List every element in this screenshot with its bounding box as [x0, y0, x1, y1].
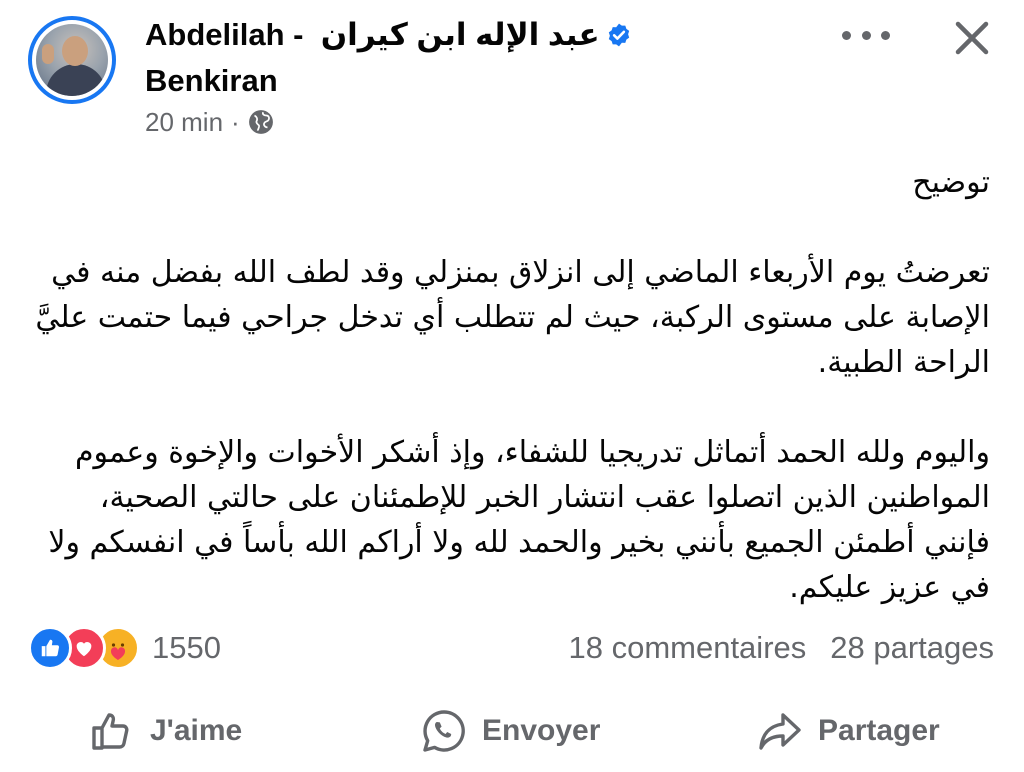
share-arrow-icon — [759, 713, 801, 750]
like-button[interactable]: J'aime — [88, 700, 242, 762]
send-button[interactable]: Envoyer — [420, 700, 600, 762]
share-button-label: Partager — [818, 714, 940, 747]
post-text: توضيح تعرضتُ يوم الأربعاء الماضي إلى انز… — [30, 160, 990, 610]
share-button[interactable]: Partager — [756, 700, 940, 762]
like-button-label: J'aime — [150, 714, 243, 747]
profile-photo — [36, 24, 108, 96]
thumbs-up-icon — [92, 713, 129, 750]
author-name-arabic: عبد الإله ابن كيران — [320, 17, 600, 52]
shares-count-link[interactable]: 28 partages — [830, 630, 994, 666]
whatsapp-icon — [423, 710, 465, 752]
post-title: توضيح — [912, 165, 990, 200]
avatar[interactable] — [28, 16, 116, 104]
post-paragraph-2: واليوم ولله الحمد أتماثل تدريجيا للشفاء،… — [48, 435, 990, 605]
post-action-bar: J'aime Envoyer Partager — [0, 700, 1024, 762]
more-options-button[interactable] — [842, 20, 890, 50]
reaction-count: 1550 — [152, 630, 221, 665]
author-name[interactable]: Abdelilah - عبد الإله ابن كيران Benkiran — [145, 12, 665, 104]
more-horizontal-icon — [842, 30, 851, 40]
engagement-stats: 18 commentaires 28 partages — [568, 626, 994, 670]
globe-icon — [248, 110, 273, 134]
post-meta: 20 min · — [145, 104, 274, 140]
author-name-line1: Abdelilah - عبد الإله ابن كيران — [145, 12, 665, 58]
post-paragraph-1: تعرضتُ يوم الأربعاء الماضي إلى انزلاق بم… — [35, 255, 990, 380]
post-time[interactable]: 20 min — [145, 107, 223, 138]
like-icon — [28, 626, 72, 670]
send-button-label: Envoyer — [482, 714, 601, 747]
reactions-summary[interactable]: 1550 — [28, 626, 221, 670]
verified-badge-icon — [608, 23, 629, 47]
close-icon[interactable] — [950, 16, 994, 60]
meta-separator: · — [231, 106, 240, 137]
comments-count-link[interactable]: 18 commentaires — [568, 630, 806, 666]
author-name-line2: Benkiran — [145, 63, 278, 98]
author-name-latin: Abdelilah - — [145, 17, 304, 52]
